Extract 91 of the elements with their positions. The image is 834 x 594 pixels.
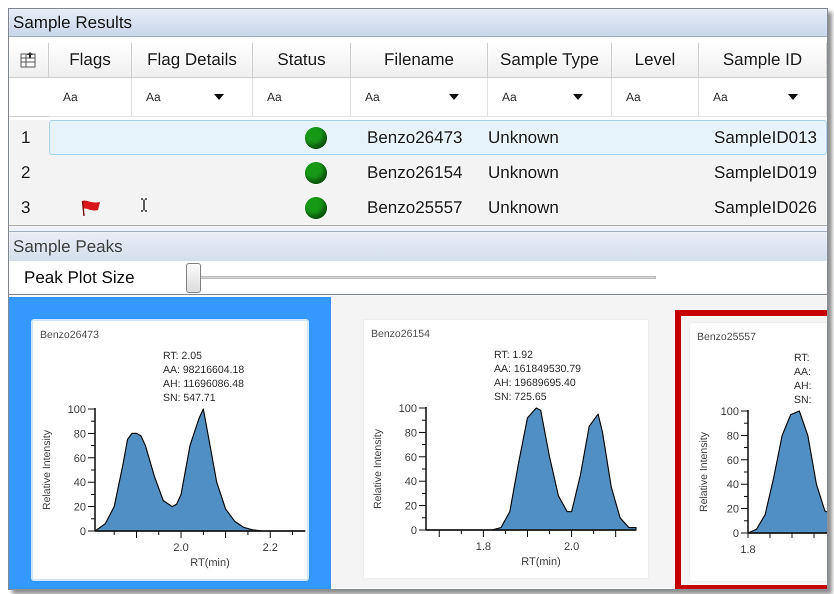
filter-operator[interactable]: Aa xyxy=(365,88,380,106)
table-row[interactable]: 2 Benzo26154 Unknown SampleID019 xyxy=(9,155,827,190)
table-row[interactable]: 3 Benzo25557 Unknown SampleID026 xyxy=(9,190,827,225)
chart-card[interactable]: Benzo26473 RT: 2.05 AA: 98216604.18 AH: 11696086.48 SN: 547.71 0 20 40 60 80 100 2.0 2.2 RT(min) Relative Intensity xyxy=(31,319,309,581)
filter-operator[interactable]: Aa xyxy=(267,88,282,106)
tick-label: 2.0 xyxy=(173,542,189,554)
peak-info-text: RT: 2.05 xyxy=(163,350,202,362)
filter-cell[interactable]: Aa xyxy=(612,78,699,117)
chart-title: Benzo26473 xyxy=(40,329,99,341)
tick-label: 40 xyxy=(404,476,417,488)
tick-label: 0 xyxy=(410,525,417,537)
tick-label: 80 xyxy=(74,428,86,440)
tick-label: 0 xyxy=(80,526,86,538)
filter-operator[interactable]: Aa xyxy=(502,88,517,106)
chart-title: Benzo25557 xyxy=(697,331,756,343)
column-header[interactable]: Sample Type xyxy=(488,43,612,78)
flagged-plot-frame[interactable]: Benzo25557 RT: AA: AH: SN: 1.8 0 20 40 60 80 100 Relative Intensity xyxy=(675,310,827,589)
dropdown-arrow-icon[interactable] xyxy=(573,94,583,100)
slider-label: Peak Plot Size xyxy=(24,266,136,289)
tick-label: 80 xyxy=(726,430,739,442)
tick-label: 100 xyxy=(398,403,417,415)
tick-label: 60 xyxy=(74,452,86,465)
chart-title: Benzo26154 xyxy=(371,328,430,340)
tick-label: 100 xyxy=(68,404,86,416)
filter-operator[interactable]: Aa xyxy=(713,88,728,106)
tick-label: 80 xyxy=(404,427,417,440)
table-cell-text: Benzo26154 xyxy=(367,162,462,184)
table-row[interactable]: 1 Benzo26473 Unknown SampleID013 xyxy=(9,120,827,155)
filter-operator[interactable]: Aa xyxy=(146,88,161,106)
peak-info-text: RT: xyxy=(794,352,810,364)
table-cell-text: SampleID013 xyxy=(714,126,818,149)
axis-label: Relative Intensity xyxy=(698,432,710,512)
chart-card[interactable]: Benzo26154 RT: 1.92 AA: 161849530.79 AH: 19689695.40 SN: 725.65 0 20 40 60 80 100 1.8 2.0 RT(min) Relative Intensity xyxy=(363,319,649,579)
tick-label: 2.0 xyxy=(564,541,580,553)
column-chooser-icon[interactable] xyxy=(20,51,38,69)
peak-info-text: AA: 161849530.79 xyxy=(494,363,581,375)
tick-label: 40 xyxy=(74,477,86,490)
column-header[interactable]: Flags xyxy=(49,43,132,78)
peak-info-text: SN: 547.71 xyxy=(163,392,216,404)
axis-label: Relative Intensity xyxy=(372,429,384,509)
tick-label: 100 xyxy=(720,406,739,418)
tick-label: 40 xyxy=(726,479,739,492)
peak-info-text: AH: 11696086.48 xyxy=(163,378,244,390)
peak-info-text: SN: 725.65 xyxy=(494,391,547,403)
row-number: 3 xyxy=(20,196,32,219)
tick-label: 20 xyxy=(726,504,739,516)
table-cell-text: Benzo26473 xyxy=(367,126,462,149)
row-number: 1 xyxy=(20,126,32,149)
filter-operator[interactable]: Aa xyxy=(626,88,641,106)
tick-label: 20 xyxy=(404,500,417,513)
table-cell-text: Unknown xyxy=(488,126,559,149)
column-header[interactable]: Flag Details xyxy=(132,43,253,78)
panel-title: Sample Peaks xyxy=(13,236,123,258)
chart-card[interactable]: Benzo25557 RT: AA: AH: SN: 1.8 0 20 40 60 80 100 Relative Intensity xyxy=(689,322,827,582)
table-cell-text: Unknown xyxy=(488,196,559,219)
dropdown-arrow-icon[interactable] xyxy=(788,94,798,100)
selected-row-highlight[interactable]: Benzo26473 Unknown SampleID013 xyxy=(49,120,827,155)
axis-label: Relative Intensity xyxy=(41,430,53,510)
selected-plot-highlight[interactable]: Benzo26473 RT: 2.05 AA: 98216604.18 AH: 11696086.48 SN: 547.71 0 20 40 60 80 100 2.0 2.2 RT(min) Relative Intensity xyxy=(9,297,331,589)
table-cell-text: SampleID019 xyxy=(714,162,818,184)
axis-label: RT(min) xyxy=(190,557,230,569)
dropdown-arrow-icon[interactable] xyxy=(214,94,224,100)
tick-label: 60 xyxy=(404,452,417,464)
tick-label: 1.8 xyxy=(740,544,756,556)
column-header[interactable]: Filename xyxy=(351,43,488,78)
axis-label: RT(min) xyxy=(521,556,561,568)
peak-info-text: AH: 19689695.40 xyxy=(494,377,576,389)
filter-operator[interactable]: Aa xyxy=(63,88,78,106)
tick-label: 0 xyxy=(732,528,739,540)
tick-label: 60 xyxy=(726,454,739,467)
table-cell-text: SampleID026 xyxy=(714,196,818,219)
panel-title: Sample Results xyxy=(13,12,132,34)
peak-info-text: RT: 1.92 xyxy=(494,349,533,361)
tick-label: 1.8 xyxy=(476,541,491,553)
peak-info-text: AA: xyxy=(794,366,811,378)
filter-cell[interactable]: Aa xyxy=(49,78,132,117)
filter-cell[interactable]: Aa xyxy=(253,78,351,117)
peak-info-text: SN: xyxy=(794,394,812,406)
text-cursor-icon xyxy=(140,198,148,212)
peak-info-text: AA: 98216604.18 xyxy=(163,364,244,376)
tick-label: 20 xyxy=(74,502,86,514)
table-cell-text: Unknown xyxy=(488,162,559,184)
row-number: 2 xyxy=(20,162,32,184)
slider-thumb[interactable] xyxy=(186,262,201,292)
tick-label: 2.2 xyxy=(262,542,278,554)
column-header[interactable]: Status xyxy=(253,43,351,78)
table-cell-text: Benzo25557 xyxy=(367,196,462,219)
dropdown-arrow-icon[interactable] xyxy=(449,94,459,100)
peak-info-text: AH: xyxy=(794,380,812,392)
column-header[interactable]: Sample ID xyxy=(699,43,827,78)
column-header[interactable]: Level xyxy=(612,43,699,78)
